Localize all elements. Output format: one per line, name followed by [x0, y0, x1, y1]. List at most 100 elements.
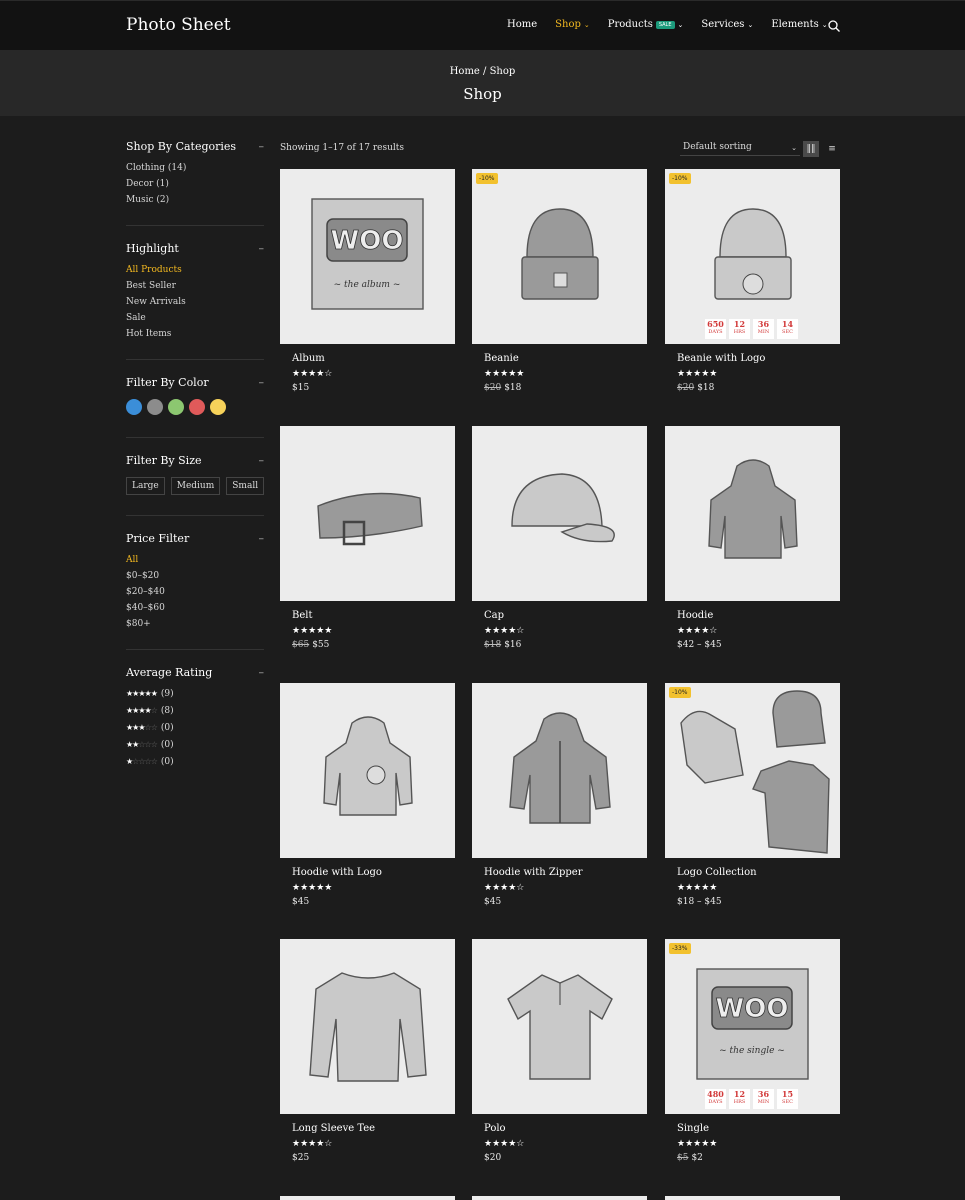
product-title[interactable]: Beanie with Logo: [677, 353, 840, 364]
product-card[interactable]: -10% 650 DAYS 12 HRS 36 MIN 14 SEC Beanie with Lo…: [665, 169, 840, 393]
star-rating-icon: ★★★★☆: [292, 1139, 333, 1149]
product-title[interactable]: Cap: [484, 610, 647, 621]
rating-filter-row[interactable]: ★☆☆☆☆ (0): [126, 757, 264, 767]
main-nav: Home Shop ⌄ Products SALE ⌄ Services ⌄ Elements ⌄: [507, 19, 846, 30]
product-image[interactable]: [280, 426, 455, 601]
nav-label: Elements: [771, 19, 819, 30]
product-title[interactable]: Long Sleeve Tee: [292, 1123, 455, 1134]
categories-widget: Shop By Categories – Clothing (14) Decor (…: [126, 140, 264, 226]
highlight-link[interactable]: Best Seller: [126, 281, 264, 291]
grid-view-icon[interactable]: ‖‖: [803, 141, 819, 157]
nav-label: Products: [607, 19, 653, 30]
discount-badge: -33%: [669, 943, 691, 954]
product-title[interactable]: Logo Collection: [677, 867, 840, 878]
color-swatch[interactable]: [168, 399, 184, 415]
color-swatch[interactable]: [126, 399, 142, 415]
product-thumb-partial[interactable]: [472, 1196, 647, 1200]
product-image[interactable]: WOO ~ the single ~ -33% 480 DAYS 12 HRS 36 MIN 15…: [665, 939, 840, 1114]
product-card[interactable]: -10% Beanie ★★★★★ $20 $18: [472, 169, 647, 393]
price-filter-link[interactable]: $0–$20: [126, 571, 264, 581]
product-image[interactable]: [280, 683, 455, 858]
price-filter-link[interactable]: All: [126, 555, 264, 565]
product-card[interactable]: WOO ~ the album ~ Album ★★★★☆ $15: [280, 169, 455, 393]
product-title[interactable]: Album: [292, 353, 455, 364]
nav-item-elements[interactable]: Elements ⌄: [771, 19, 827, 30]
product-image[interactable]: -10% 650 DAYS 12 HRS 36 MIN 14 SEC: [665, 169, 840, 344]
collapse-icon[interactable]: –: [259, 532, 265, 545]
color-swatch[interactable]: [189, 399, 205, 415]
product-price: $65 $55: [292, 640, 455, 650]
site-logo[interactable]: Photo Sheet: [126, 15, 231, 35]
breadcrumb[interactable]: Home / Shop: [0, 66, 965, 77]
svg-text:WOO: WOO: [716, 994, 789, 1024]
highlight-link[interactable]: Hot Items: [126, 329, 264, 339]
nav-item-shop[interactable]: Shop ⌄: [555, 19, 590, 30]
highlight-link[interactable]: Sale: [126, 313, 264, 323]
product-image[interactable]: -10%: [472, 169, 647, 344]
price-filter-link[interactable]: $20–$40: [126, 587, 264, 597]
rating-filter-row[interactable]: ★★★★☆ (8): [126, 706, 264, 716]
price-filter-link[interactable]: $80+: [126, 619, 264, 629]
category-link[interactable]: Music (2): [126, 195, 264, 205]
product-title[interactable]: Belt: [292, 610, 455, 621]
product-title[interactable]: Hoodie with Logo: [292, 867, 455, 878]
search-icon[interactable]: [828, 20, 840, 32]
rating-count: (0): [160, 757, 174, 767]
product-card[interactable]: Hoodie with Logo ★★★★★ $45: [280, 683, 455, 907]
collapse-icon[interactable]: –: [259, 242, 265, 255]
list-view-icon[interactable]: ≡: [824, 141, 840, 157]
product-thumb-partial[interactable]: [280, 1196, 455, 1200]
product-card[interactable]: Cap ★★★★☆ $18 $16: [472, 426, 647, 650]
product-card[interactable]: Hoodie ★★★★☆ $42 – $45: [665, 426, 840, 650]
rating-filter-row[interactable]: ★★★★★ (9): [126, 689, 264, 699]
nav-item-home[interactable]: Home: [507, 19, 537, 30]
current-price: $18: [697, 383, 715, 393]
product-title[interactable]: Polo: [484, 1123, 647, 1134]
product-title[interactable]: Hoodie: [677, 610, 840, 621]
collapse-icon[interactable]: –: [259, 454, 265, 467]
collapse-icon[interactable]: –: [259, 666, 265, 679]
product-card[interactable]: Long Sleeve Tee ★★★★☆ $25: [280, 939, 455, 1163]
category-link[interactable]: Clothing (14): [126, 163, 264, 173]
product-title[interactable]: Beanie: [484, 353, 647, 364]
discount-badge: -10%: [476, 173, 498, 184]
sorting-select[interactable]: Default sorting ⌄: [680, 142, 800, 156]
product-image[interactable]: WOO ~ the album ~: [280, 169, 455, 344]
rating-count: (0): [160, 723, 174, 733]
product-thumb-partial[interactable]: [665, 1196, 840, 1200]
product-image[interactable]: [665, 426, 840, 601]
highlight-widget: Highlight – All Products Best Seller New Ar…: [126, 242, 264, 360]
color-swatch[interactable]: [210, 399, 226, 415]
product-card[interactable]: Belt ★★★★★ $65 $55: [280, 426, 455, 650]
product-card[interactable]: WOO ~ the single ~ -33% 480 DAYS 12 HRS 36 MIN 15…: [665, 939, 840, 1163]
collapse-icon[interactable]: –: [259, 140, 265, 153]
nav-item-services[interactable]: Services ⌄: [701, 19, 753, 30]
product-belt-illustration: [317, 492, 423, 546]
highlight-link[interactable]: All Products: [126, 265, 264, 275]
product-image[interactable]: [472, 426, 647, 601]
star-rating-icon: ★★★★☆: [484, 626, 525, 636]
category-link[interactable]: Decor (1): [126, 179, 264, 189]
result-count: Showing 1–17 of 17 results: [280, 143, 405, 153]
product-image[interactable]: -10%: [665, 683, 840, 858]
nav-item-products[interactable]: Products SALE ⌄: [608, 19, 684, 30]
size-option[interactable]: Medium: [170, 477, 221, 495]
highlight-link[interactable]: New Arrivals: [126, 297, 264, 307]
product-card[interactable]: Hoodie with Zipper ★★★★☆ $45: [472, 683, 647, 907]
product-card[interactable]: Polo ★★★★☆ $20: [472, 939, 647, 1163]
collapse-icon[interactable]: –: [259, 376, 265, 389]
nav-label: Home: [507, 19, 538, 30]
rating-filter-row[interactable]: ★★☆☆☆ (0): [126, 740, 264, 750]
size-option[interactable]: Small: [226, 477, 265, 495]
size-option[interactable]: Large: [126, 477, 165, 495]
price-filter-link[interactable]: $40–$60: [126, 603, 264, 613]
product-price: $5 $2: [677, 1153, 840, 1163]
product-title[interactable]: Single: [677, 1123, 840, 1134]
product-image[interactable]: [280, 939, 455, 1114]
product-title[interactable]: Hoodie with Zipper: [484, 867, 647, 878]
color-swatch[interactable]: [147, 399, 163, 415]
product-image[interactable]: [472, 683, 647, 858]
rating-filter-row[interactable]: ★★★☆☆ (0): [126, 723, 264, 733]
product-card[interactable]: -10% Logo Collection ★★★★★ $18 – $45: [665, 683, 840, 907]
product-image[interactable]: [472, 939, 647, 1114]
